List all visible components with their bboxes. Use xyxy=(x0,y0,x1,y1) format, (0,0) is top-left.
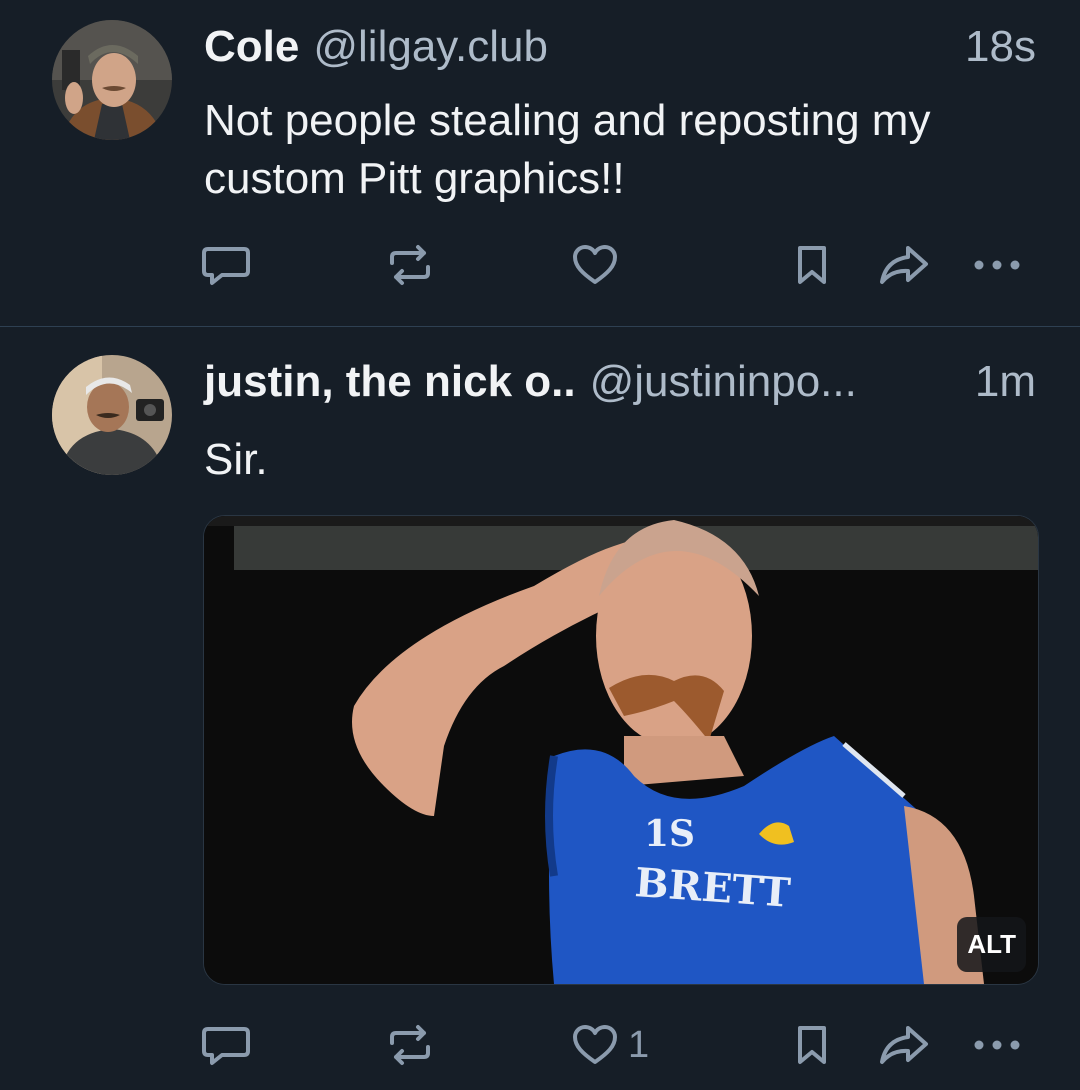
post-text: Not people stealing and reposting my cus… xyxy=(204,96,931,203)
repost-button[interactable] xyxy=(386,240,434,290)
athlete-photo: BRETT 1S xyxy=(204,516,1038,984)
action-bar: 1 xyxy=(200,1020,1030,1070)
repost-button[interactable] xyxy=(386,1020,434,1070)
post-image[interactable]: BRETT 1S ALT xyxy=(203,515,1039,985)
post[interactable]: justin, the nick o.. @justininpo... 1m S… xyxy=(0,327,1080,1090)
post[interactable]: Cole @lilgay.club 18s Not people stealin… xyxy=(0,0,1080,326)
author-handle[interactable]: @justininpo... xyxy=(590,357,857,407)
more-icon xyxy=(974,260,1020,270)
post-text: Sir. xyxy=(204,435,268,484)
post-header: justin, the nick o.. @justininpo... 1m xyxy=(204,357,1036,413)
avatar[interactable] xyxy=(52,20,172,140)
reply-button[interactable] xyxy=(200,1020,252,1070)
share-button[interactable] xyxy=(878,1020,930,1070)
timestamp[interactable]: 1m xyxy=(965,357,1036,407)
bookmark-icon xyxy=(798,246,826,284)
post-header: Cole @lilgay.club 18s xyxy=(204,22,1036,78)
svg-text:1S: 1S xyxy=(644,813,695,855)
author-name[interactable]: justin, the nick o.. xyxy=(204,357,576,407)
share-icon xyxy=(880,1026,928,1064)
more-button[interactable] xyxy=(972,240,1022,290)
avatar-image xyxy=(52,20,172,140)
author-handle[interactable]: @lilgay.club xyxy=(313,22,548,72)
heart-icon xyxy=(573,1025,617,1064)
share-icon xyxy=(880,246,928,284)
reply-icon xyxy=(202,247,250,285)
timestamp[interactable]: 18s xyxy=(955,22,1036,72)
heart-icon xyxy=(573,245,617,284)
avatar[interactable] xyxy=(52,355,172,475)
like-count: 1 xyxy=(628,1023,650,1066)
repost-icon xyxy=(390,245,430,285)
action-bar xyxy=(200,240,1030,290)
like-button[interactable] xyxy=(572,240,628,290)
bookmark-icon xyxy=(798,1026,826,1064)
share-button[interactable] xyxy=(878,240,930,290)
alt-text-badge[interactable]: ALT xyxy=(957,917,1026,972)
bookmark-button[interactable] xyxy=(794,240,830,290)
avatar-image xyxy=(52,355,172,475)
more-button[interactable] xyxy=(972,1020,1022,1070)
like-button[interactable]: 1 xyxy=(572,1020,649,1070)
bookmark-button[interactable] xyxy=(794,1020,830,1070)
more-icon xyxy=(974,1040,1020,1050)
reply-icon xyxy=(202,1027,250,1065)
repost-icon xyxy=(390,1025,430,1065)
reply-button[interactable] xyxy=(200,240,252,290)
author-name[interactable]: Cole xyxy=(204,22,299,72)
